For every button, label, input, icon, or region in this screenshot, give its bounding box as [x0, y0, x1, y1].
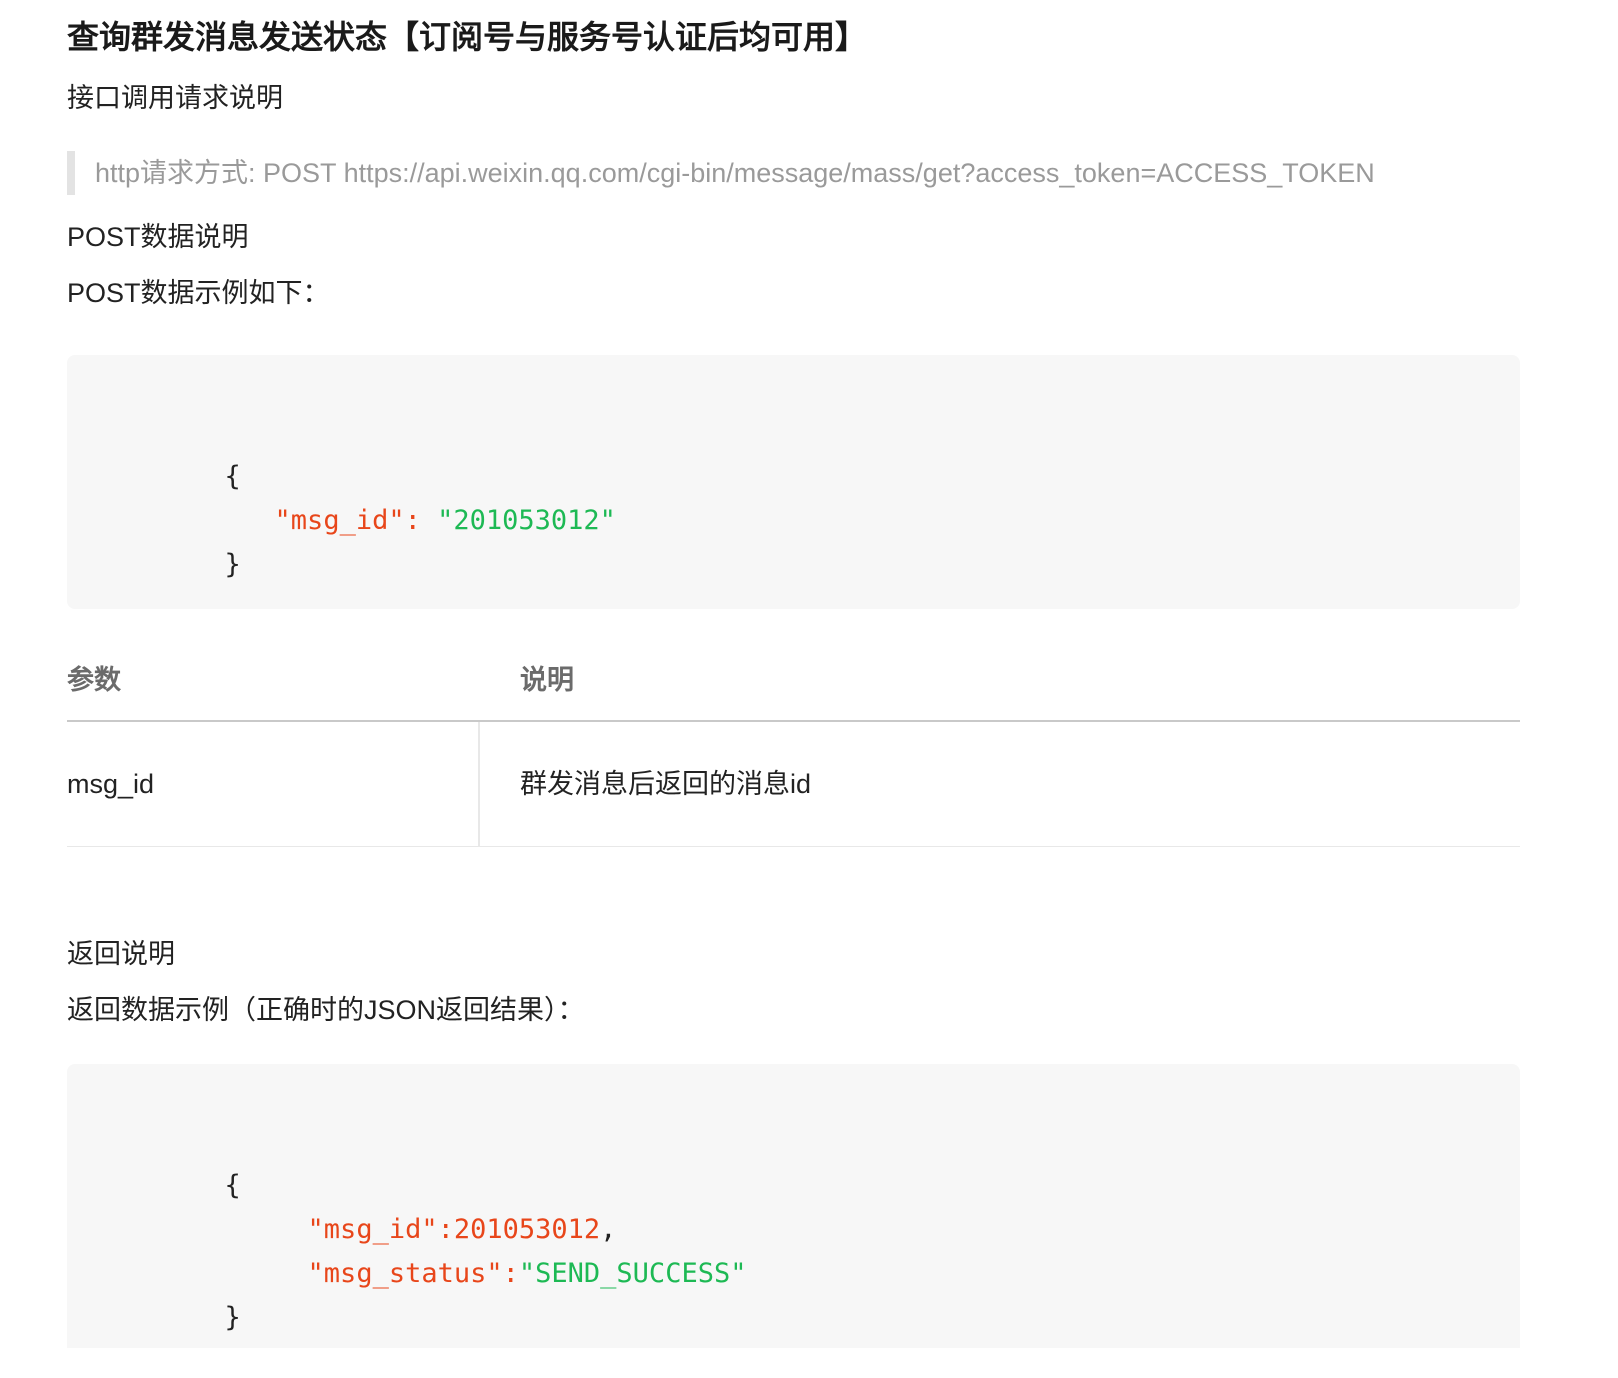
code-close-brace: } — [224, 549, 241, 580]
response-example-code-block: { "msg_id":201053012, "msg_status":"SEND… — [67, 1064, 1520, 1348]
code-close-brace: } — [224, 1302, 241, 1333]
request-method-blockquote: http请求方式: POST https://api.weixin.qq.com… — [67, 151, 1520, 195]
code-colon: : — [404, 505, 438, 536]
code-line: } — [127, 505, 241, 625]
table-row-rule — [67, 846, 1520, 847]
table-header-param: 参数 — [67, 665, 121, 695]
code-value-msg-id: "201053012" — [437, 505, 616, 536]
page-title: 查询群发消息发送状态【订阅号与服务号认证后均可用】 — [67, 19, 868, 55]
response-example-heading: 返回数据示例（正确时的JSON返回结果）： — [67, 995, 585, 1025]
response-heading: 返回说明 — [67, 939, 175, 969]
code-line: } — [127, 1258, 241, 1378]
code-line: "msg_id": "201053012" — [177, 461, 616, 581]
post-example-code-block: { "msg_id": "201053012" } — [67, 355, 1520, 609]
code-line: "msg_status":"SEND_SUCCESS" — [210, 1214, 747, 1334]
post-example-heading: POST数据示例如下： — [67, 278, 330, 308]
blockquote-bar — [67, 151, 75, 195]
code-key-msg-status: "msg_status" — [307, 1258, 503, 1289]
code-colon: : — [502, 1258, 519, 1289]
post-heading: POST数据说明 — [67, 222, 249, 252]
table-cell-param: msg_id — [67, 769, 155, 799]
code-key-msg-id: "msg_id" — [274, 505, 405, 536]
code-value-msg-status: "SEND_SUCCESS" — [518, 1258, 747, 1289]
params-table: 参数 说明 msg_id 群发消息后返回的消息id — [67, 648, 1520, 848]
table-column-divider — [478, 722, 480, 846]
request-heading: 接口调用请求说明 — [67, 83, 283, 113]
request-method-text: http请求方式: POST https://api.weixin.qq.com… — [95, 158, 1375, 188]
table-header-description: 说明 — [520, 665, 574, 695]
table-header-rule — [67, 720, 1520, 722]
table-cell-description: 群发消息后返回的消息id — [520, 769, 812, 799]
